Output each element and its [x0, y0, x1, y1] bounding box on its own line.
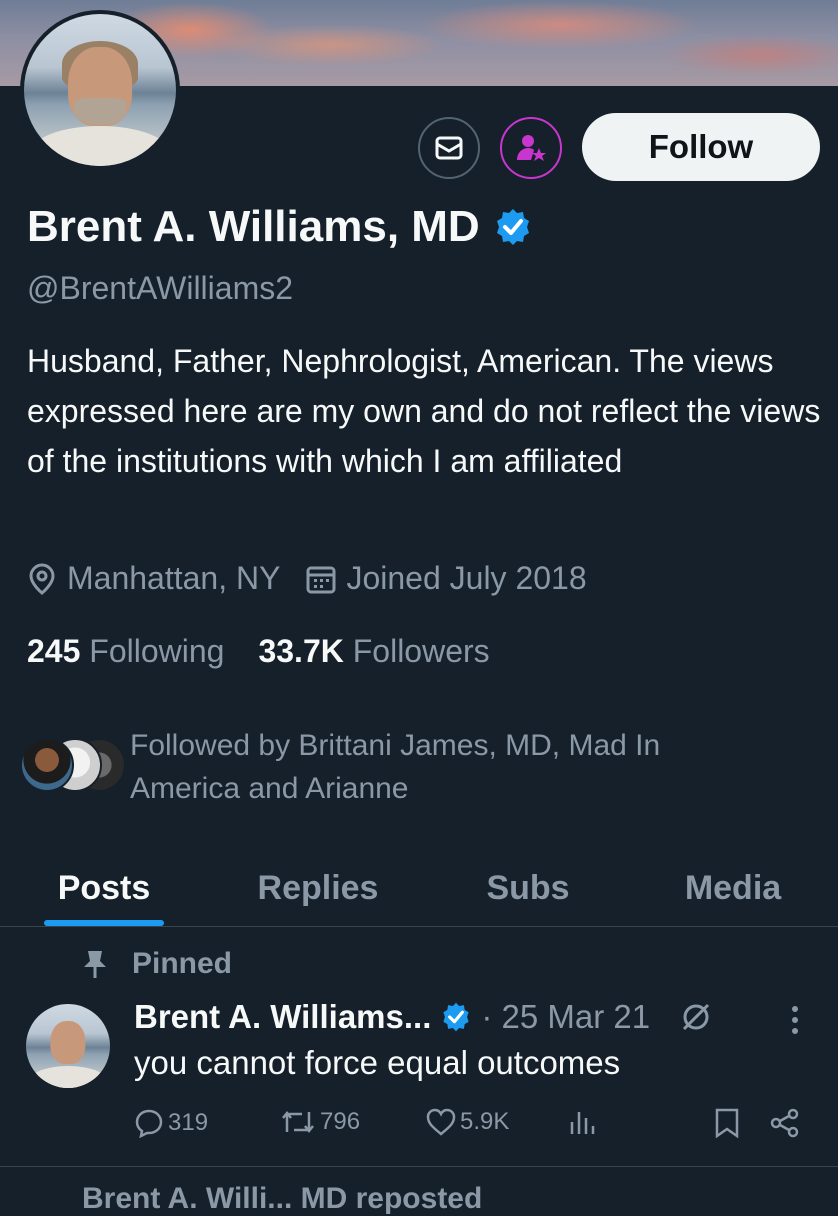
post-text: you cannot force equal outcomes: [134, 1044, 621, 1081]
post-actions: 319 796 5.9K: [134, 1108, 814, 1148]
follow-button[interactable]: Follow: [582, 113, 820, 181]
followed-by-avatars: [20, 738, 126, 792]
share-button[interactable]: [770, 1108, 800, 1138]
message-button[interactable]: [418, 117, 480, 179]
post-header: Brent A. Williams... · 25 Mar 21: [134, 998, 712, 1036]
followers-link[interactable]: 33.7K Followers: [258, 633, 489, 670]
profile-meta: Manhattan, NY Joined July 2018: [27, 560, 587, 597]
views-icon: [568, 1108, 596, 1136]
share-icon: [770, 1108, 800, 1138]
post-date[interactable]: · 25 Mar 21: [481, 998, 650, 1036]
followers-label: Followers: [352, 633, 490, 669]
next-post-partial: Brent A. Willi... MD reposted: [82, 1182, 483, 1215]
follow-stats: 245 Following 33.7K Followers: [27, 633, 490, 670]
followers-count: 33.7K: [258, 633, 344, 669]
subscribe-button[interactable]: [500, 117, 562, 179]
views-button[interactable]: [568, 1108, 596, 1136]
bookmark-icon: [714, 1108, 740, 1138]
pinned-indicator: Pinned: [82, 947, 232, 981]
tab-label: Media: [684, 868, 782, 907]
following-label: Following: [89, 633, 225, 669]
following-link[interactable]: 245 Following: [27, 633, 224, 670]
mail-icon: [435, 136, 463, 160]
bookmark-button[interactable]: [714, 1108, 740, 1138]
pin-icon: [82, 949, 108, 979]
repost-button[interactable]: 796: [280, 1108, 360, 1136]
joined-text: Joined July 2018: [346, 560, 587, 596]
pinned-label: Pinned: [132, 947, 233, 980]
tab-posts[interactable]: Posts: [0, 850, 208, 926]
tab-replies[interactable]: Replies: [208, 850, 428, 926]
calendar-icon: [306, 564, 336, 594]
location-icon: [27, 562, 57, 595]
tab-label: Replies: [257, 868, 379, 907]
reply-icon: [134, 1108, 164, 1138]
profile-name-row: Brent A. Williams, MD: [27, 202, 532, 252]
profile-bio: Husband, Father, Nephrologist, American.…: [27, 343, 821, 479]
avatar: [20, 738, 74, 792]
post-author-name[interactable]: Brent A. Williams...: [134, 998, 431, 1036]
reply-count: 319: [168, 1109, 209, 1136]
tab-label: Posts: [57, 868, 151, 907]
verified-badge-icon: [441, 1002, 471, 1032]
more-icon[interactable]: [790, 1004, 800, 1036]
tab-label: Subs: [486, 868, 570, 907]
profile-name: Brent A. Williams, MD: [27, 202, 480, 251]
grok-icon[interactable]: [680, 1001, 712, 1033]
followed-by[interactable]: Followed by Brittani James, MD, Mad In A…: [20, 724, 730, 810]
location-text: Manhattan, NY: [67, 560, 281, 596]
like-icon: [426, 1108, 456, 1136]
like-button[interactable]: 5.9K: [426, 1108, 509, 1136]
following-count: 245: [27, 633, 81, 669]
repost-icon: [280, 1108, 316, 1136]
followed-by-text: Followed by Brittani James, MD, Mad In A…: [130, 729, 661, 805]
subscribe-icon: [515, 132, 547, 164]
repost-count: 796: [320, 1108, 361, 1135]
reply-button[interactable]: 319: [134, 1108, 208, 1138]
verified-badge-icon[interactable]: [494, 208, 532, 246]
active-tab-indicator: [44, 920, 164, 926]
profile-avatar[interactable]: [20, 10, 180, 170]
tab-subs[interactable]: Subs: [428, 850, 628, 926]
tab-media[interactable]: Media: [628, 850, 838, 926]
post-divider: [0, 1166, 838, 1167]
post-author-avatar[interactable]: [26, 1004, 110, 1088]
profile-tabs: Posts Replies Subs Media: [0, 850, 838, 927]
profile-handle: @BrentAWilliams2: [27, 270, 294, 306]
like-count: 5.9K: [460, 1108, 510, 1135]
